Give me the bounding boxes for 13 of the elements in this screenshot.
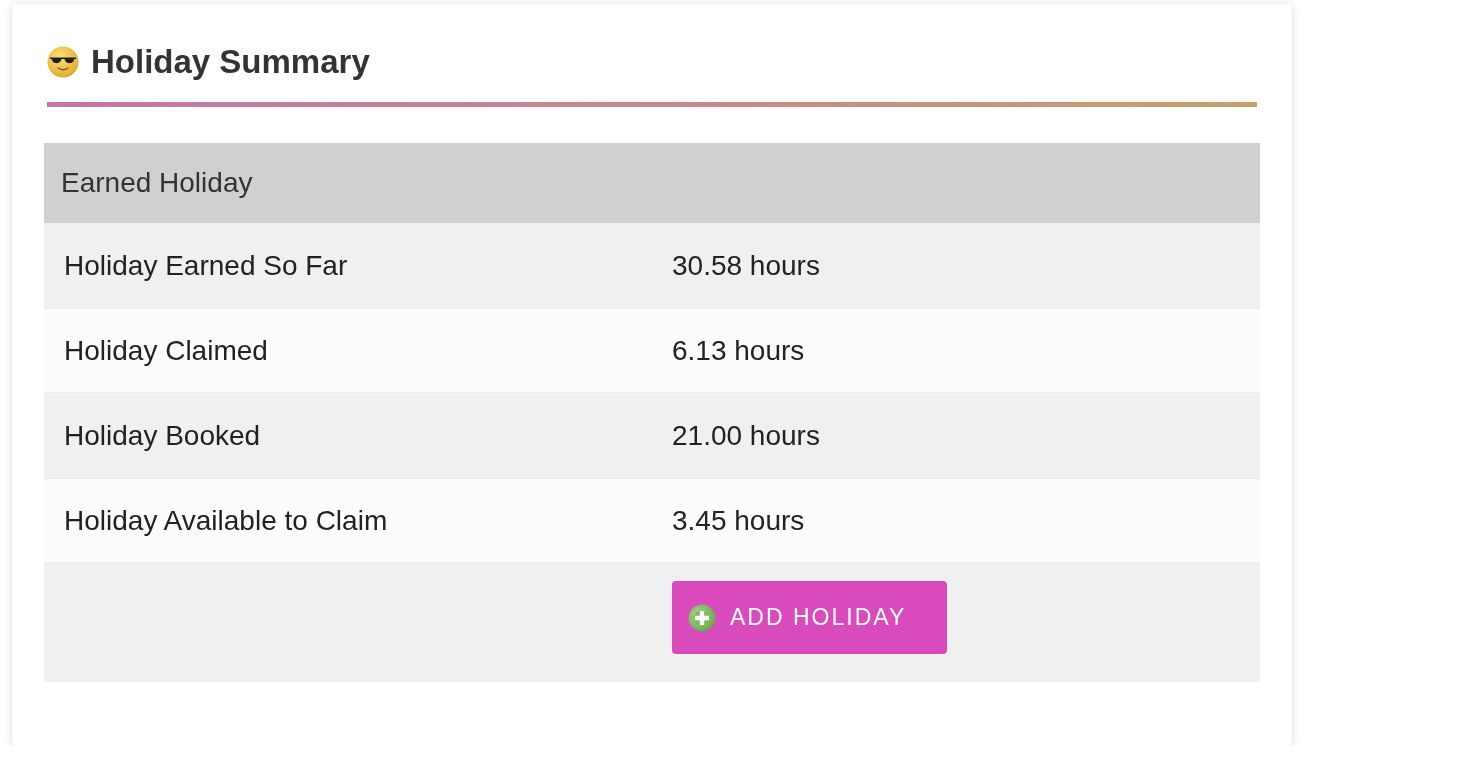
row-value: 21.00 hours <box>672 419 820 451</box>
row-label: Holiday Claimed <box>64 334 268 366</box>
row-label: Holiday Earned So Far <box>64 249 348 281</box>
add-holiday-button[interactable]: ADD HOLIDAY <box>672 581 947 654</box>
row-value: 30.58 hours <box>672 249 820 281</box>
row-value: 6.13 hours <box>672 334 805 366</box>
card-title: Holiday Summary <box>91 42 370 82</box>
row-label: Holiday Available to Claim <box>64 504 388 536</box>
plus-circle-icon <box>688 603 716 632</box>
sunglasses-face-icon <box>47 46 79 78</box>
section-header: Earned Holiday <box>44 143 1260 223</box>
row-label: Holiday Booked <box>64 419 261 451</box>
row-value: 3.45 hours <box>672 504 805 536</box>
